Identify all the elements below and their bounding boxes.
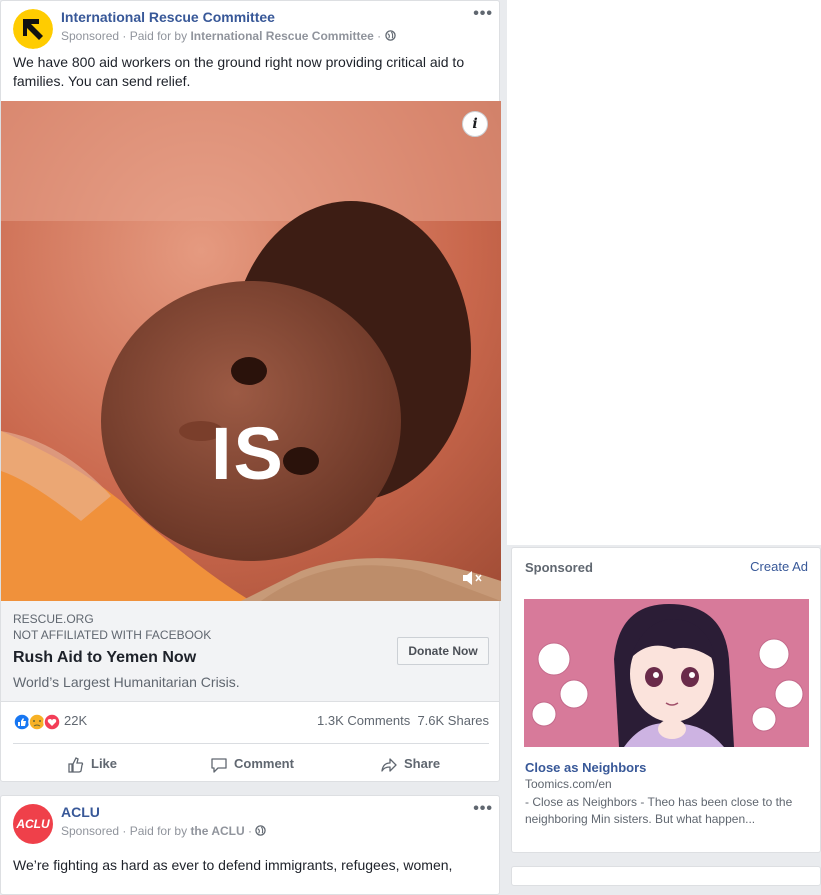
ad-url[interactable]: Toomics.com/en [525,777,612,791]
post-text: We have 800 aid workers on the ground ri… [13,54,465,89]
ad-image[interactable] [524,599,809,747]
more-options-icon[interactable]: ••• [473,800,493,818]
link-headline[interactable]: Rush Aid to Yemen Now [13,649,196,667]
share-icon [381,757,397,772]
page-name[interactable]: ACLU [61,804,100,820]
info-icon[interactable]: i [462,111,488,137]
aclu-logo-text: ACLU [16,817,50,831]
sponsored-label[interactable]: Sponsored [61,29,119,43]
post-stats: 22K 1.3K Comments 7.6K Shares [13,711,489,733]
post-header: ACLU ACLU Sponsored · Paid for by the AC… [13,800,492,844]
share-label: Share [404,756,441,771]
sponsored-header: Sponsored [525,560,593,575]
create-ad-link[interactable]: Create Ad [750,559,808,574]
video-overlay-text: IS [211,412,285,495]
video-frame [1,101,501,601]
feed-post-aclu: ACLU ACLU Sponsored · Paid for by the AC… [0,795,500,895]
link-description: World’s Largest Humanitarian Crisis. [13,674,240,690]
reaction-icons[interactable] [13,713,61,731]
right-column-blank [507,0,821,545]
paid-for-prefix: · Paid for by [122,824,188,838]
like-label: Like [91,756,118,771]
more-options-icon[interactable]: ••• [473,5,493,23]
right-next-card [511,866,821,886]
link-domain: RESCUE.ORG [13,612,94,626]
video-player[interactable]: IS i [1,101,501,601]
mute-icon[interactable] [461,569,485,587]
post-text: We’re fighting as hard as ever to defend… [13,857,453,873]
like-button[interactable]: Like [67,754,117,774]
link-preview[interactable]: RESCUE.ORG NOT AFFILIATED WITH FACEBOOK … [1,601,499,702]
action-bar: Like Comment Share [13,743,489,783]
sponsored-line: Sponsored · Paid for by International Re… [61,29,396,43]
sponsored-label[interactable]: Sponsored [61,824,119,838]
paid-for-by: International Rescue Committee [190,29,374,43]
globe-icon: · [248,824,267,838]
comment-icon [211,757,227,773]
anime-illustration [524,599,809,747]
comment-label: Comment [234,756,294,771]
ad-title[interactable]: Close as Neighbors [525,760,646,775]
sponsored-line: Sponsored · Paid for by the ACLU · [61,824,267,838]
comment-button[interactable]: Comment [210,754,294,774]
paid-for-prefix: · Paid for by [122,29,188,43]
ad-description: - Close as Neighbors - Theo has been clo… [525,795,793,826]
right-sponsored-ad: Sponsored Create Ad Close as Neighbors T… [511,547,821,853]
share-button[interactable]: Share [380,754,440,774]
comments-count[interactable]: 1.3K Comments [317,713,410,728]
comments-shares: 1.3K Comments 7.6K Shares [317,713,489,728]
paid-for-by: the ACLU [190,824,245,838]
not-affiliated-label: NOT AFFILIATED WITH FACEBOOK [13,628,212,642]
post-header: International Rescue Committee Sponsored… [13,5,492,49]
shares-count[interactable]: 7.6K Shares [417,713,489,728]
globe-icon: · [377,29,396,43]
reactions-count[interactable]: 22K [64,713,87,728]
aclu-avatar[interactable]: ACLU [13,804,53,844]
page-name[interactable]: International Rescue Committee [61,9,275,25]
donate-now-button[interactable]: Donate Now [397,637,489,665]
irc-avatar[interactable] [13,9,53,49]
feed-post-irc: International Rescue Committee Sponsored… [0,0,501,783]
thumbs-up-icon [68,756,84,773]
